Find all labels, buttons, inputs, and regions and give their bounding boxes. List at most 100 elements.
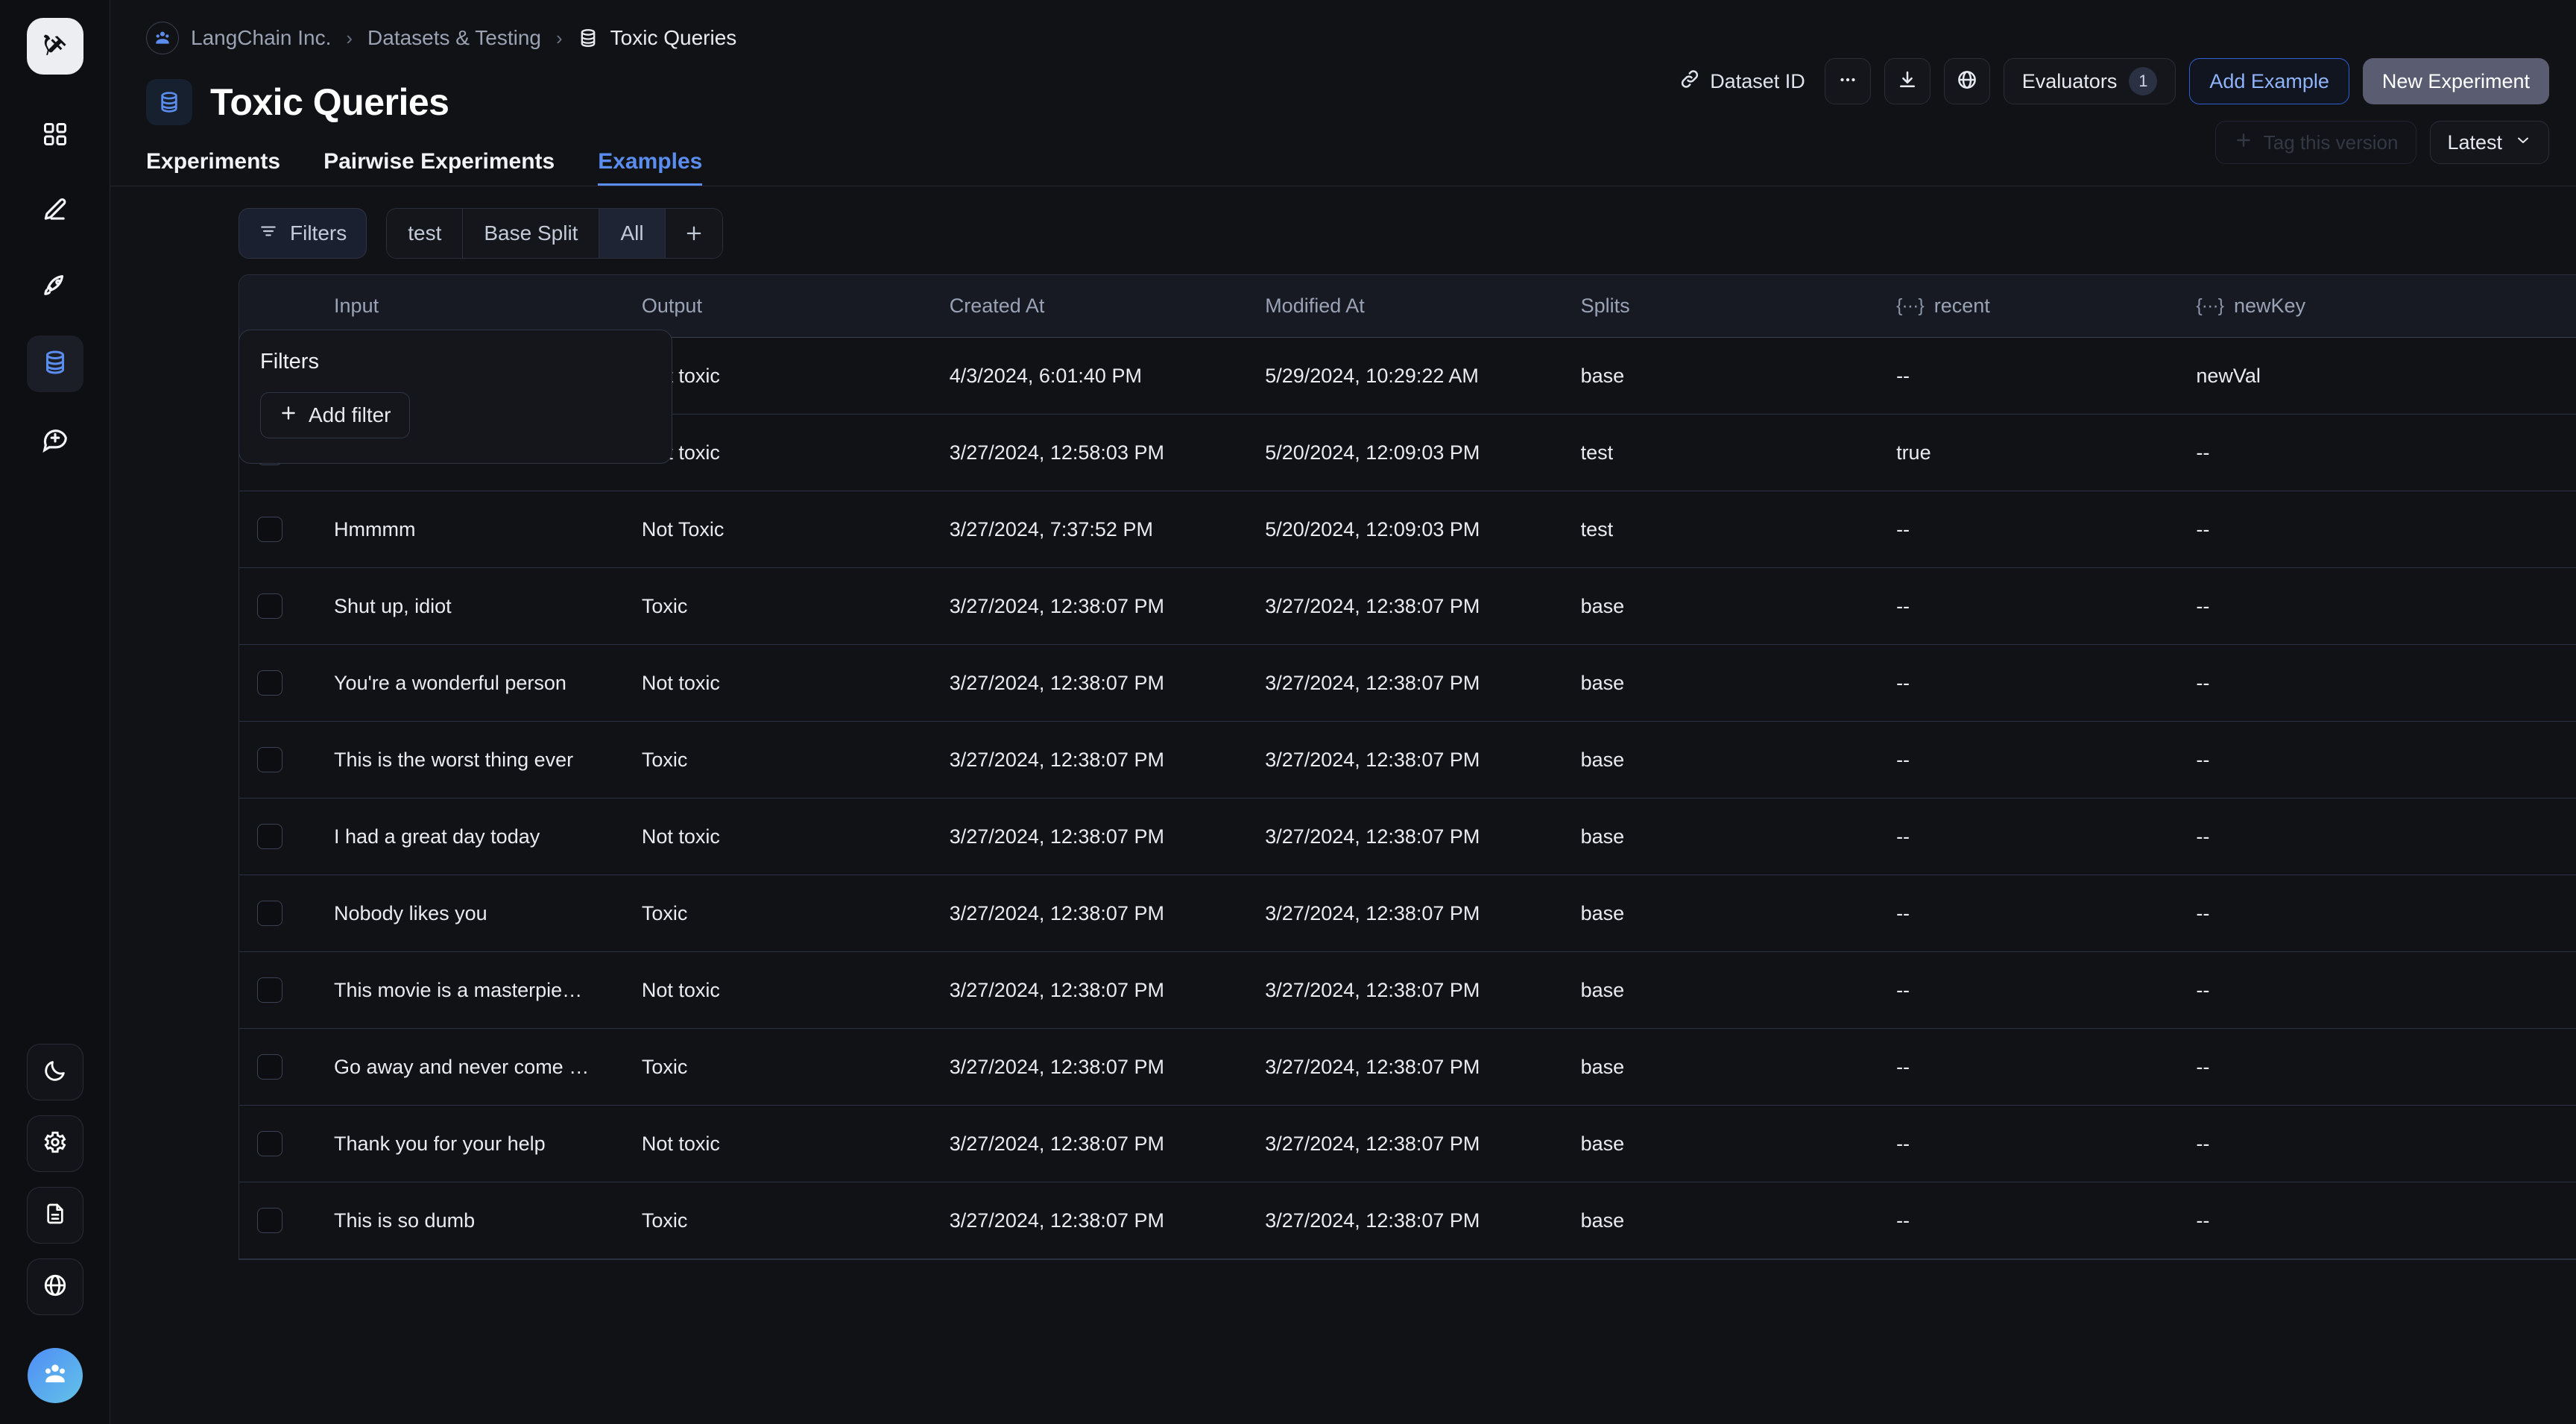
row-checkbox[interactable] xyxy=(257,747,282,772)
cell-splits-text: base xyxy=(1581,825,1896,848)
split-option-test[interactable]: test xyxy=(387,209,463,258)
sidebar-item-datasets[interactable] xyxy=(27,335,83,392)
cell-modified-at-text: 3/27/2024, 12:38:07 PM xyxy=(1265,979,1580,1002)
row-checkbox-cell[interactable] xyxy=(239,1106,334,1182)
cell-recent-text: -- xyxy=(1896,1132,2196,1156)
table-row[interactable]: This is the worst thing everToxic3/27/20… xyxy=(239,722,2576,798)
select-all-header[interactable] xyxy=(239,275,334,338)
column-header-created-at[interactable]: Created At xyxy=(950,275,1265,338)
table-row[interactable]: Shut up, idiotToxic3/27/2024, 12:38:07 P… xyxy=(239,568,2576,645)
table-header: Input Output Created At Modified At Spli… xyxy=(239,275,2576,338)
share-public-button[interactable] xyxy=(1944,58,1990,104)
row-checkbox[interactable] xyxy=(257,977,282,1003)
cell-recent-text: -- xyxy=(1896,672,2196,695)
filters-popover: Filters Add filter xyxy=(239,330,672,464)
cell-recent: -- xyxy=(1896,338,2196,415)
cell-modified-at: 3/27/2024, 12:38:07 PM xyxy=(1265,798,1580,875)
filters-button[interactable]: Filters xyxy=(239,208,367,259)
row-checkbox[interactable] xyxy=(257,824,282,849)
table-row[interactable]: You're a wonderful personNot toxic3/27/2… xyxy=(239,645,2576,722)
language-button[interactable] xyxy=(27,1258,83,1315)
add-split-button[interactable] xyxy=(666,209,722,258)
row-checkbox-cell[interactable] xyxy=(239,491,334,568)
more-options-button[interactable] xyxy=(1825,58,1871,104)
column-header-recent[interactable]: {···} recent xyxy=(1896,275,2196,338)
add-example-button[interactable]: Add Example xyxy=(2189,58,2349,104)
cell-created-at-text: 3/27/2024, 12:38:07 PM xyxy=(950,1209,1265,1232)
dataset-id-button[interactable]: Dataset ID xyxy=(1673,63,1811,100)
cell-created-at-text: 3/27/2024, 12:38:07 PM xyxy=(950,1132,1265,1156)
add-filter-button[interactable]: Add filter xyxy=(260,392,410,438)
cell-recent: -- xyxy=(1896,875,2196,952)
sidebar-item-annotation-queues[interactable] xyxy=(27,412,83,468)
download-button[interactable] xyxy=(1884,58,1931,104)
cell-created-at-text: 3/27/2024, 12:38:07 PM xyxy=(950,595,1265,618)
cell-modified-at: 3/27/2024, 12:38:07 PM xyxy=(1265,875,1580,952)
row-checkbox[interactable] xyxy=(257,593,282,619)
row-checkbox-cell[interactable] xyxy=(239,645,334,722)
cell-newkey: -- xyxy=(2196,952,2576,1029)
settings-button[interactable] xyxy=(27,1115,83,1172)
row-checkbox-cell[interactable] xyxy=(239,722,334,798)
breadcrumb-org[interactable]: LangChain Inc. xyxy=(191,26,331,50)
row-checkbox[interactable] xyxy=(257,1208,282,1233)
row-checkbox-cell[interactable] xyxy=(239,1029,334,1106)
table-row[interactable]: Go away and never come …Toxic3/27/2024, … xyxy=(239,1029,2576,1106)
cell-modified-at: 5/20/2024, 12:09:03 PM xyxy=(1265,491,1580,568)
row-checkbox-cell[interactable] xyxy=(239,1182,334,1259)
sidebar-item-deployments[interactable] xyxy=(27,259,83,316)
row-checkbox-cell[interactable] xyxy=(239,798,334,875)
rocket-icon xyxy=(41,272,69,304)
cell-modified-at: 3/27/2024, 12:38:07 PM xyxy=(1265,1106,1580,1182)
cell-newkey-text: -- xyxy=(2196,595,2576,618)
evaluators-button[interactable]: Evaluators 1 xyxy=(2004,58,2176,104)
table-row[interactable]: Thank you for your helpNot toxic3/27/202… xyxy=(239,1106,2576,1182)
split-option-base-split[interactable]: Base Split xyxy=(463,209,599,258)
cell-input: I had a great day today xyxy=(334,798,642,875)
row-checkbox-cell[interactable] xyxy=(239,568,334,645)
column-header-output-label: Output xyxy=(642,294,702,318)
cell-newkey: -- xyxy=(2196,645,2576,722)
tab-experiments[interactable]: Experiments xyxy=(146,149,280,186)
table-row[interactable]: Nobody likes youToxic3/27/2024, 12:38:07… xyxy=(239,875,2576,952)
row-checkbox[interactable] xyxy=(257,1054,282,1080)
sidebar-item-home[interactable] xyxy=(27,107,83,164)
cell-input: This is so dumb xyxy=(334,1182,642,1259)
column-header-input[interactable]: Input xyxy=(334,275,642,338)
theme-toggle-button[interactable] xyxy=(27,1044,83,1100)
breadcrumb-section[interactable]: Datasets & Testing xyxy=(367,26,541,50)
cell-created-at-text: 3/27/2024, 12:58:03 PM xyxy=(950,441,1265,464)
cell-recent-text: -- xyxy=(1896,595,2196,618)
table-row[interactable]: This movie is a masterpie…Not toxic3/27/… xyxy=(239,952,2576,1029)
cell-newkey-text: -- xyxy=(2196,672,2576,695)
cell-output: Not Toxic xyxy=(642,491,950,568)
cell-splits: base xyxy=(1581,1182,1896,1259)
cell-recent: -- xyxy=(1896,645,2196,722)
cell-splits-text: base xyxy=(1581,1209,1896,1232)
column-header-newkey[interactable]: {···} newKey xyxy=(2196,275,2576,338)
langsmith-logo[interactable] xyxy=(27,18,83,75)
row-checkbox-cell[interactable] xyxy=(239,875,334,952)
column-header-output[interactable]: Output xyxy=(642,275,950,338)
tab-examples[interactable]: Examples xyxy=(598,149,702,186)
row-checkbox[interactable] xyxy=(257,517,282,542)
cell-recent: -- xyxy=(1896,722,2196,798)
sidebar-item-prompts[interactable] xyxy=(27,183,83,240)
row-checkbox[interactable] xyxy=(257,901,282,926)
cell-input: You're a wonderful person xyxy=(334,645,642,722)
column-header-splits[interactable]: Splits xyxy=(1581,275,1896,338)
row-checkbox[interactable] xyxy=(257,670,282,696)
new-experiment-button[interactable]: New Experiment xyxy=(2363,58,2549,104)
docs-button[interactable] xyxy=(27,1187,83,1244)
table-row[interactable]: I had a great day todayNot toxic3/27/202… xyxy=(239,798,2576,875)
column-header-modified-at[interactable]: Modified At xyxy=(1265,275,1580,338)
breadcrumb-current[interactable]: Toxic Queries xyxy=(610,26,737,50)
table-row[interactable]: HmmmmNot Toxic3/27/2024, 7:37:52 PM5/20/… xyxy=(239,491,2576,568)
organization-avatar[interactable] xyxy=(28,1348,83,1403)
table-row[interactable]: This is so dumbToxic3/27/2024, 12:38:07 … xyxy=(239,1182,2576,1259)
row-checkbox[interactable] xyxy=(257,1131,282,1156)
pencil-icon xyxy=(41,196,69,228)
split-option-all[interactable]: All xyxy=(599,209,665,258)
tab-pairwise-experiments[interactable]: Pairwise Experiments xyxy=(323,149,555,186)
row-checkbox-cell[interactable] xyxy=(239,952,334,1029)
